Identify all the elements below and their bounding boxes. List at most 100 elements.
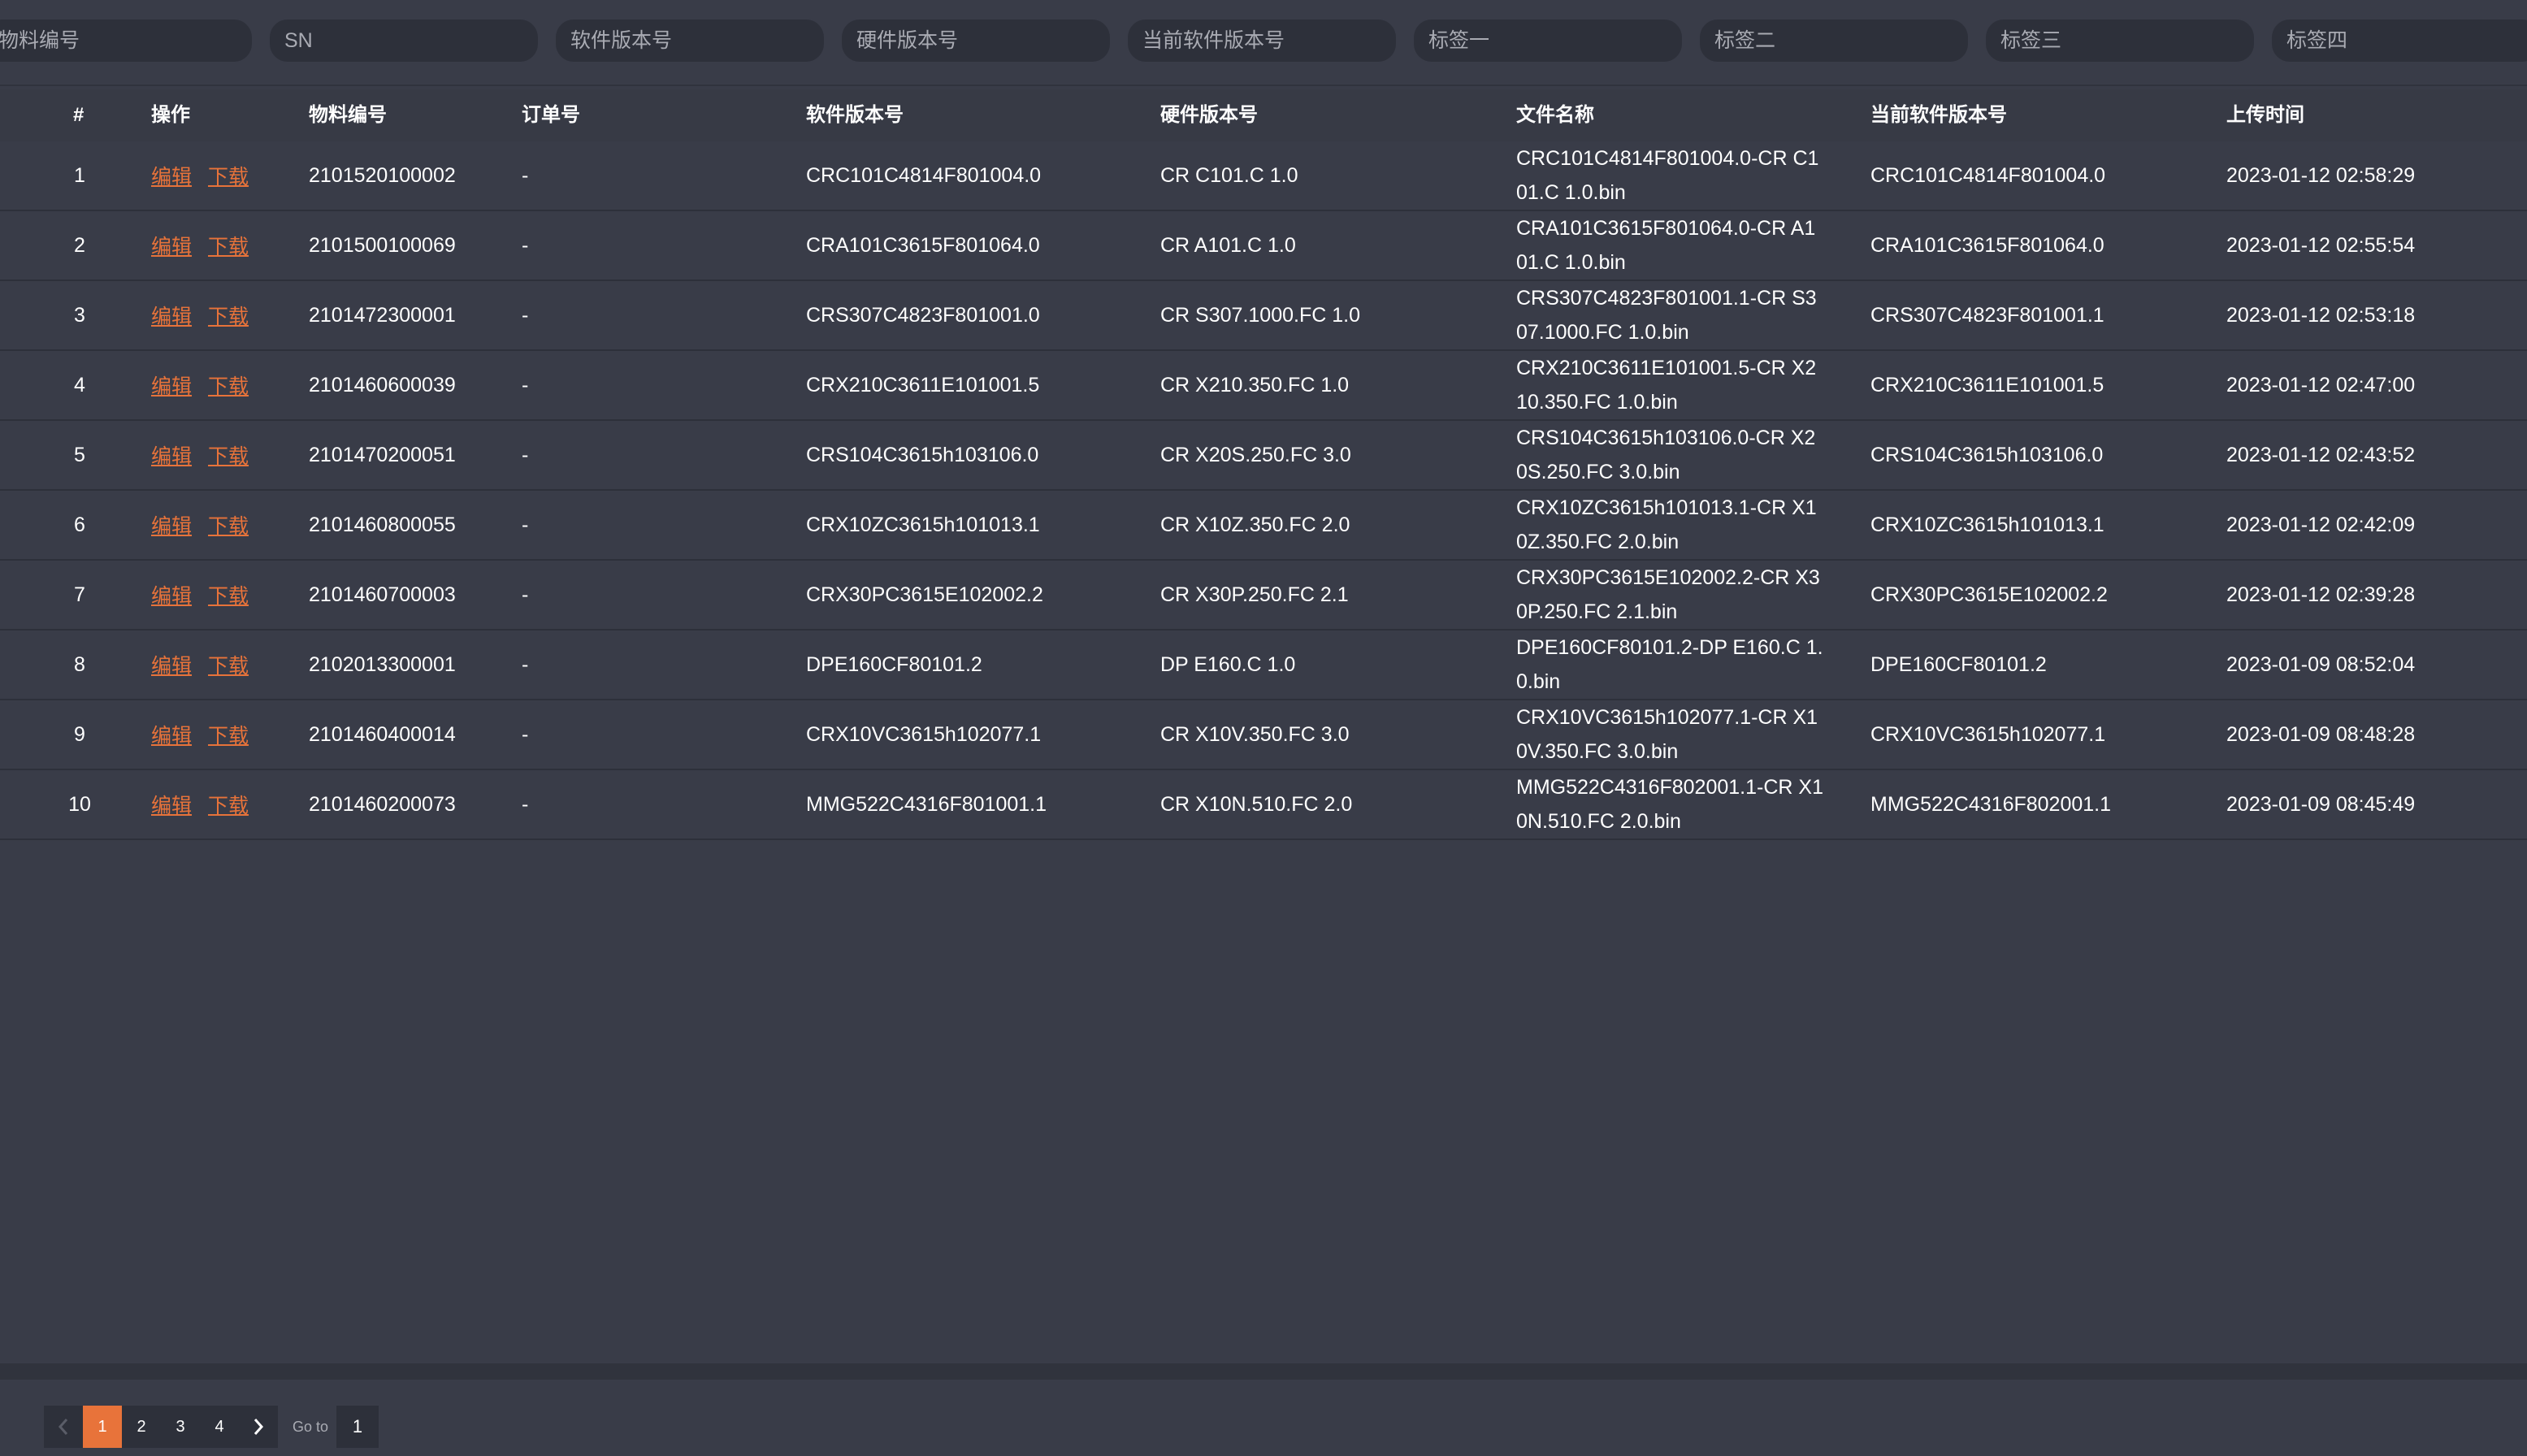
download-link[interactable]: 下载: [208, 440, 249, 470]
cell-software-version: CRS307C4823F801001.0: [806, 303, 1040, 327]
table-row: 3 编辑 下载 2101472300001 - CRS307C4823F801001.0 C…: [0, 281, 2527, 351]
header-software-version: 软件版本号: [806, 104, 904, 126]
download-link[interactable]: 下载: [208, 580, 249, 609]
cell-hardware-version: DP E160.C 1.0: [1160, 652, 1296, 676]
cell-hardware-version: CR C101.C 1.0: [1160, 163, 1298, 187]
header-order-no: 订单号: [522, 104, 580, 126]
cell-material-no: 2101500100069: [309, 233, 456, 257]
horizontal-scrollbar[interactable]: [0, 1363, 2527, 1380]
cell-order-no: -: [522, 513, 529, 536]
cell-software-version: DPE160CF80101.2: [806, 652, 982, 676]
table-row: 7 编辑 下载 2101460700003 - CRX30PC3615E102002.2 C…: [0, 561, 2527, 630]
current-software-version-filter[interactable]: [1128, 20, 1396, 62]
cell-current-software-version: CRX10VC3615h102077.1: [1870, 722, 2106, 746]
material-no-filter[interactable]: [0, 20, 252, 62]
cell-hardware-version: CR X10N.510.FC 2.0: [1160, 792, 1353, 816]
software-version-filter[interactable]: [556, 20, 824, 62]
edit-link[interactable]: 编辑: [151, 580, 192, 609]
cell-material-no: 2101460700003: [309, 583, 456, 606]
tag-four-filter[interactable]: [2272, 20, 2527, 62]
cell-index: 10: [68, 792, 91, 816]
header-index: #: [73, 104, 85, 126]
cell-index: 5: [74, 443, 85, 466]
table-row: 6 编辑 下载 2101460800055 - CRX10ZC3615h101013.1 C…: [0, 491, 2527, 561]
cell-hardware-version: CR X30P.250.FC 2.1: [1160, 583, 1349, 606]
edit-link[interactable]: 编辑: [151, 370, 192, 400]
cell-upload-time: 2023-01-12 02:42:09: [2226, 513, 2416, 536]
edit-link[interactable]: 编辑: [151, 301, 192, 330]
cell-upload-time: 2023-01-09 08:45:49: [2226, 792, 2416, 816]
cell-file-name: CRS307C4823F801001.1-CR S307.1000.FC 1.0…: [1516, 287, 1817, 344]
table-row: 10 编辑 下载 2101460200073 - MMG522C4316F801001.1…: [0, 770, 2527, 840]
header-current-software-version: 当前软件版本号: [1870, 104, 2007, 126]
cell-index: 1: [74, 163, 85, 187]
header-material-no: 物料编号: [309, 104, 387, 126]
cell-order-no: -: [522, 373, 529, 396]
cell-order-no: -: [522, 652, 529, 676]
cell-operation: 编辑 下载: [151, 630, 265, 699]
table-body: 1 编辑 下载 2101520100002- CRC101C4814F801004.0 C…: [0, 141, 2527, 840]
tag-two-filter[interactable]: [1700, 20, 1968, 62]
cell-file-name: CRS104C3615h103106.0-CR X20S.250.FC 3.0.…: [1516, 427, 1816, 483]
download-link[interactable]: 下载: [208, 231, 249, 260]
header-operation: 操作: [151, 104, 190, 126]
firmware-table: # 操作 物料编号 订单号 软件版本号 硬件版本号 文件名称 当前软件版本号 上…: [0, 89, 2527, 840]
cell-file-name: CRA101C3615F801064.0-CR A101.C 1.0.bin: [1516, 217, 1816, 274]
download-link[interactable]: 下载: [208, 510, 249, 540]
cell-upload-time: 2023-01-12 02:53:18: [2226, 303, 2416, 327]
hardware-version-filter[interactable]: [842, 20, 1110, 62]
sn-filter[interactable]: [270, 20, 538, 62]
download-link[interactable]: 下载: [208, 161, 249, 190]
tag-three-filter[interactable]: [1986, 20, 2254, 62]
cell-material-no: 2102013300001: [309, 652, 456, 676]
cell-material-no: 2101470200051: [309, 443, 456, 466]
cell-file-name: CRX10ZC3615h101013.1-CR X10Z.350.FC 2.0.…: [1516, 496, 1817, 553]
cell-operation: 编辑 下载: [151, 561, 265, 629]
cell-operation: 编辑 下载: [151, 491, 265, 559]
download-link[interactable]: 下载: [208, 720, 249, 749]
prev-page-button[interactable]: [44, 1406, 83, 1448]
download-link[interactable]: 下载: [208, 650, 249, 679]
cell-current-software-version: CRC101C4814F801004.0: [1870, 163, 2106, 187]
cell-hardware-version: CR X210.350.FC 1.0: [1160, 373, 1350, 396]
table-row: 9 编辑 下载 2101460400014 - CRX10VC3615h102077.1 C…: [0, 700, 2527, 770]
page-button-2[interactable]: 2: [122, 1406, 161, 1448]
cell-operation: 编辑 下载: [151, 211, 265, 280]
edit-link[interactable]: 编辑: [151, 231, 192, 260]
download-link[interactable]: 下载: [208, 370, 249, 400]
page-button-1[interactable]: 1: [83, 1406, 122, 1448]
tag-one-filter[interactable]: [1414, 20, 1682, 62]
download-link[interactable]: 下载: [208, 790, 249, 819]
edit-link[interactable]: 编辑: [151, 790, 192, 819]
cell-index: 9: [74, 722, 85, 746]
edit-link[interactable]: 编辑: [151, 510, 192, 540]
edit-link[interactable]: 编辑: [151, 720, 192, 749]
cell-current-software-version: CRX10ZC3615h101013.1: [1870, 513, 2104, 536]
cell-upload-time: 2023-01-09 08:48:28: [2226, 722, 2416, 746]
cell-current-software-version: CRX210C3611E101001.5: [1870, 373, 2104, 396]
edit-link[interactable]: 编辑: [151, 440, 192, 470]
chevron-right-icon: [254, 1419, 264, 1435]
cell-software-version: CRX30PC3615E102002.2: [806, 583, 1043, 606]
cell-material-no: 2101460600039: [309, 373, 456, 396]
cell-operation: 编辑 下载: [151, 281, 265, 349]
header-hardware-version: 硬件版本号: [1160, 104, 1258, 126]
cell-upload-time: 2023-01-12 02:47:00: [2226, 373, 2416, 396]
cell-upload-time: 2023-01-12 02:55:54: [2226, 233, 2416, 257]
cell-index: 6: [74, 513, 85, 536]
cell-upload-time: 2023-01-12 02:58:29: [2226, 163, 2416, 187]
goto-label: Go to: [293, 1418, 329, 1435]
cell-file-name: CRC101C4814F801004.0-CR C101.C 1.0.bin: [1516, 147, 1819, 204]
cell-file-name: MMG522C4316F802001.1-CR X10N.510.FC 2.0.…: [1516, 776, 1823, 833]
goto-page-input[interactable]: [336, 1406, 379, 1448]
page-button-3[interactable]: 3: [161, 1406, 200, 1448]
next-page-button[interactable]: [239, 1406, 278, 1448]
page-button-4[interactable]: 4: [200, 1406, 239, 1448]
edit-link[interactable]: 编辑: [151, 650, 192, 679]
edit-link[interactable]: 编辑: [151, 161, 192, 190]
cell-software-version: CRX210C3611E101001.5: [806, 373, 1040, 396]
cell-index: 2: [74, 233, 85, 257]
cell-file-name: DPE160CF80101.2-DP E160.C 1.0.bin: [1516, 636, 1823, 693]
cell-material-no: 2101520100002: [309, 163, 456, 187]
download-link[interactable]: 下载: [208, 301, 249, 330]
